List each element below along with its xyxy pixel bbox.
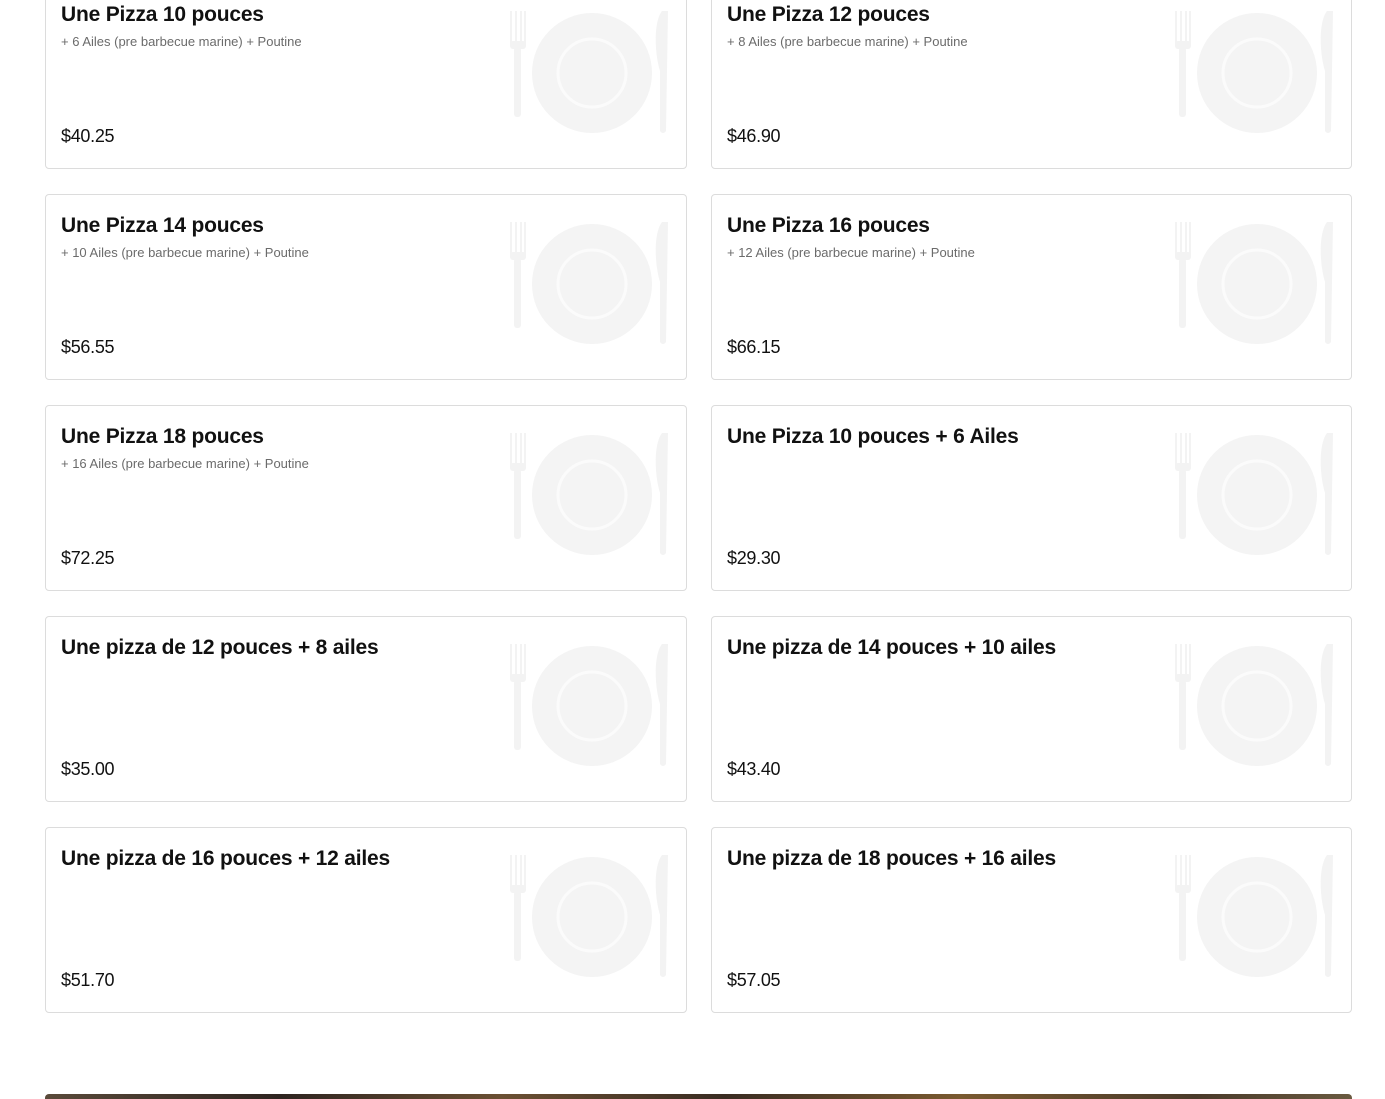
plate-cutlery-icon: [1175, 433, 1335, 557]
plate-cutlery-icon: [510, 222, 670, 346]
menu-item-title: Une pizza de 16 pouces + 12 ailes: [61, 847, 390, 870]
menu-item-card[interactable]: Une pizza de 14 pouces + 10 ailes $43.40: [711, 616, 1352, 802]
menu-item-card[interactable]: Une Pizza 18 pouces + 16 Ailes (pre barb…: [45, 405, 687, 591]
menu-item-card[interactable]: Une Pizza 14 pouces + 10 Ailes (pre barb…: [45, 194, 687, 380]
menu-item-description: + 10 Ailes (pre barbecue marine) + Pouti…: [61, 245, 309, 260]
menu-item-description: + 6 Ailes (pre barbecue marine) + Poutin…: [61, 34, 302, 49]
menu-item-price: $43.40: [727, 759, 781, 779]
menu-item-title: Une Pizza 16 pouces: [727, 214, 930, 237]
menu-item-card[interactable]: Une Pizza 16 pouces + 12 Ailes (pre barb…: [711, 194, 1352, 380]
menu-item-price: $29.30: [727, 548, 781, 568]
menu-item-card[interactable]: Une Pizza 12 pouces + 8 Ailes (pre barbe…: [711, 0, 1352, 169]
plate-cutlery-icon: [1175, 222, 1335, 346]
menu-item-price: $56.55: [61, 337, 115, 357]
menu-item-price: $51.70: [61, 970, 115, 990]
menu-items-grid: Une Pizza 10 pouces + 6 Ailes (pre barbe…: [45, 0, 1352, 1013]
menu-item-title: Une pizza de 12 pouces + 8 ailes: [61, 636, 379, 659]
menu-item-description: + 8 Ailes (pre barbecue marine) + Poutin…: [727, 34, 968, 49]
menu-item-description: + 16 Ailes (pre barbecue marine) + Pouti…: [61, 456, 309, 471]
hero-image-strip: [45, 1094, 1352, 1099]
plate-cutlery-icon: [1175, 11, 1335, 135]
plate-cutlery-icon: [510, 644, 670, 768]
menu-item-price: $46.90: [727, 126, 781, 146]
plate-cutlery-icon: [510, 433, 670, 557]
menu-item-title: Une Pizza 12 pouces: [727, 3, 930, 26]
menu-item-card[interactable]: Une pizza de 12 pouces + 8 ailes $35.00: [45, 616, 687, 802]
menu-item-card[interactable]: Une Pizza 10 pouces + 6 Ailes (pre barbe…: [45, 0, 687, 169]
menu-item-price: $66.15: [727, 337, 781, 357]
menu-item-price: $40.25: [61, 126, 115, 146]
plate-cutlery-icon: [1175, 855, 1335, 979]
plate-cutlery-icon: [510, 11, 670, 135]
menu-item-description: + 12 Ailes (pre barbecue marine) + Pouti…: [727, 245, 975, 260]
plate-cutlery-icon: [510, 855, 670, 979]
menu-item-price: $72.25: [61, 548, 115, 568]
menu-item-title: Une Pizza 10 pouces + 6 Ailes: [727, 425, 1019, 448]
menu-item-title: Une pizza de 14 pouces + 10 ailes: [727, 636, 1056, 659]
menu-item-card[interactable]: Une pizza de 18 pouces + 16 ailes $57.05: [711, 827, 1352, 1013]
menu-page: Une Pizza 10 pouces + 6 Ailes (pre barbe…: [0, 0, 1385, 1099]
plate-cutlery-icon: [1175, 644, 1335, 768]
menu-item-price: $57.05: [727, 970, 781, 990]
menu-item-title: Une Pizza 18 pouces: [61, 425, 264, 448]
menu-item-price: $35.00: [61, 759, 115, 779]
menu-item-card[interactable]: Une Pizza 10 pouces + 6 Ailes $29.30: [711, 405, 1352, 591]
menu-item-card[interactable]: Une pizza de 16 pouces + 12 ailes $51.70: [45, 827, 687, 1013]
menu-item-title: Une Pizza 10 pouces: [61, 3, 264, 26]
menu-item-title: Une Pizza 14 pouces: [61, 214, 264, 237]
menu-item-title: Une pizza de 18 pouces + 16 ailes: [727, 847, 1056, 870]
